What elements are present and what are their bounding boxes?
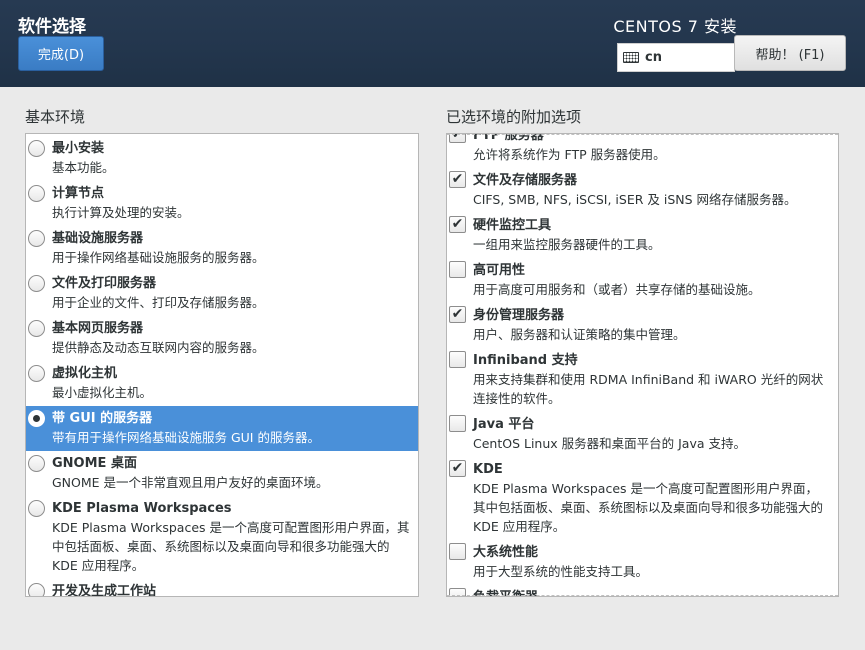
environment-option[interactable]: 虚拟化主机最小虚拟化主机。	[26, 361, 418, 406]
environment-description: 用于企业的文件、打印及存储服务器。	[52, 295, 265, 310]
environment-description: 最小虚拟化主机。	[52, 385, 153, 400]
radio-button[interactable]	[28, 410, 45, 427]
environment-option[interactable]: 基础设施服务器用于操作网络基础设施服务的服务器。	[26, 226, 418, 271]
addon-option[interactable]: Java 平台 CentOS Linux 服务器和桌面平台的 Java 支持。	[447, 412, 838, 457]
keyboard-layout-indicator[interactable]: cn	[617, 43, 735, 72]
addons-list[interactable]: ✔ FTP 服务器 允许将系统作为 FTP 服务器使用。 ✔ 文件及存储服务器 CIFS,…	[446, 133, 839, 597]
radio-button[interactable]	[28, 583, 45, 596]
environment-name: 虚拟化主机	[52, 366, 118, 381]
addon-option[interactable]: Infiniband 支持用来支持集群和使用 RDMA InfiniBand 和…	[447, 348, 838, 412]
radio-button[interactable]	[28, 500, 45, 517]
environment-name: 开发及生成工作站	[52, 584, 157, 597]
addon-description: 用于大型系统的性能支持工具。	[473, 564, 649, 579]
environment-name: 计算节点	[52, 186, 105, 201]
checkbox-unchecked[interactable]	[449, 543, 466, 560]
environment-option[interactable]: 开发及生成工作站用于软件、硬件、图形或者内容开发的工作站。	[26, 579, 418, 597]
addon-option[interactable]: 大系统性能用于大型系统的性能支持工具。	[447, 540, 838, 585]
radio-button[interactable]	[28, 365, 45, 382]
scroll-edge-bottom	[447, 595, 838, 596]
radio-button[interactable]	[28, 185, 45, 202]
addon-name: 大系统性能	[473, 545, 539, 560]
addon-name: KDE	[473, 462, 503, 477]
environment-name: 文件及打印服务器	[52, 276, 157, 291]
checkbox-checked[interactable]: ✔	[449, 171, 466, 188]
addon-description: 一组用来监控服务器硬件的工具。	[473, 237, 661, 252]
addon-description: KDE Plasma Workspaces 是一个高度可配置图形用户界面，其中包…	[473, 481, 824, 534]
addon-option[interactable]: ✔ 硬件监控工具一组用来监控服务器硬件的工具。	[447, 213, 838, 258]
checkbox-unchecked[interactable]	[449, 261, 466, 278]
environment-description: 带有用于操作网络基础设施服务 GUI 的服务器。	[52, 430, 320, 445]
checkbox-unchecked[interactable]	[449, 415, 466, 432]
addon-name: 高可用性	[473, 263, 526, 278]
environment-option[interactable]: 基本网页服务器提供静态及动态互联网内容的服务器。	[26, 316, 418, 361]
environment-name: KDE Plasma Workspaces	[52, 501, 232, 516]
checkbox-unchecked[interactable]	[449, 351, 466, 368]
addon-name: 文件及存储服务器	[473, 173, 578, 188]
radio-button[interactable]	[28, 230, 45, 247]
base-environment-title: 基本环境	[25, 108, 86, 126]
checkbox-checked[interactable]: ✔	[449, 306, 466, 323]
keyboard-icon	[623, 52, 639, 63]
addon-name: 身份管理服务器	[473, 308, 565, 323]
addon-description: CIFS, SMB, NFS, iSCSI, iSER 及 iSNS 网络存储服…	[473, 192, 797, 207]
environment-option[interactable]: 文件及打印服务器用于企业的文件、打印及存储服务器。	[26, 271, 418, 316]
radio-button[interactable]	[28, 140, 45, 157]
addon-name: Java 平台	[473, 417, 535, 432]
keyboard-layout-label: cn	[645, 50, 662, 65]
environment-option[interactable]: 计算节点执行计算及处理的安装。	[26, 181, 418, 226]
radio-button[interactable]	[28, 320, 45, 337]
environment-name: 带 GUI 的服务器	[52, 411, 153, 426]
addon-option[interactable]: 高可用性用于高度可用服务和（或者）共享存储的基础设施。	[447, 258, 838, 303]
environment-description: KDE Plasma Workspaces 是一个高度可配置图形用户界面，其中包…	[52, 520, 410, 573]
environment-name: 最小安装	[52, 141, 105, 156]
radio-button[interactable]	[28, 275, 45, 292]
environment-name: GNOME 桌面	[52, 456, 137, 471]
addon-option[interactable]: ✔ KDE KDE Plasma Workspaces 是一个高度可配置图形用户界面…	[447, 457, 838, 540]
environment-option[interactable]: GNOME 桌面 GNOME 是一个非常直观且用户友好的桌面环境。	[26, 451, 418, 496]
product-title: CENTOS 7 安装	[613, 17, 737, 36]
environment-description: 用于操作网络基础设施服务的服务器。	[52, 250, 265, 265]
environment-description: 基本功能。	[52, 160, 115, 175]
addon-option[interactable]: ✔ 身份管理服务器用户、服务器和认证策略的集中管理。	[447, 303, 838, 348]
addon-name: 硬件监控工具	[473, 218, 552, 233]
environment-description: 执行计算及处理的安装。	[52, 205, 190, 220]
help-button[interactable]: 帮助！ (F1)	[734, 35, 846, 71]
environment-option[interactable]: KDE Plasma Workspaces KDE Plasma Workspac…	[26, 496, 418, 579]
environment-name: 基本网页服务器	[52, 321, 144, 336]
environment-option[interactable]: 带 GUI 的服务器带有用于操作网络基础设施服务 GUI 的服务器。	[26, 406, 418, 451]
addon-description: CentOS Linux 服务器和桌面平台的 Java 支持。	[473, 436, 746, 451]
checkbox-checked[interactable]: ✔	[449, 216, 466, 233]
addon-description: 用来支持集群和使用 RDMA InfiniBand 和 iWARO 光纤的网状连…	[473, 372, 824, 406]
environment-name: 基础设施服务器	[52, 231, 144, 246]
addon-option[interactable]: ✔ FTP 服务器 允许将系统作为 FTP 服务器使用。	[447, 134, 838, 168]
environment-option[interactable]: 最小安装 基本功能。	[26, 136, 418, 181]
addons-title: 已选环境的附加选项	[446, 108, 582, 126]
addon-name: Infiniband 支持	[473, 353, 578, 368]
environment-description: 提供静态及动态互联网内容的服务器。	[52, 340, 265, 355]
page-title: 软件选择	[18, 17, 86, 37]
environment-description: GNOME 是一个非常直观且用户友好的桌面环境。	[52, 475, 329, 490]
addon-option[interactable]: ✔ 文件及存储服务器 CIFS, SMB, NFS, iSCSI, iSER 及 i…	[447, 168, 838, 213]
addon-description: 允许将系统作为 FTP 服务器使用。	[473, 147, 666, 162]
done-button[interactable]: 完成(D)	[18, 36, 104, 71]
scroll-edge-top	[447, 134, 838, 135]
addon-description: 用于高度可用服务和（或者）共享存储的基础设施。	[473, 282, 761, 297]
base-environment-list[interactable]: 最小安装基本功能。计算节点执行计算及处理的安装。 基础设施服务器用于操作网络基础设…	[25, 133, 419, 597]
header-bar: 软件选择 完成(D) CENTOS 7 安装 cn 帮助！ (F1)	[0, 0, 865, 87]
addon-description: 用户、服务器和认证策略的集中管理。	[473, 327, 686, 342]
checkbox-checked[interactable]: ✔	[449, 460, 466, 477]
radio-button[interactable]	[28, 455, 45, 472]
